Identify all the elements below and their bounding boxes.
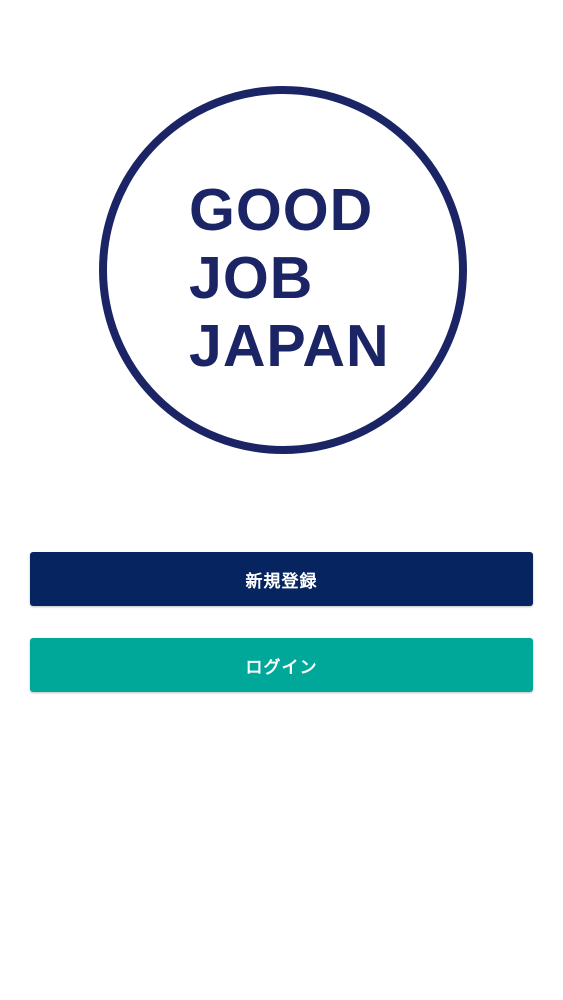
logo-wordmark: GOOD JOB JAPAN	[189, 176, 390, 380]
welcome-screen: GOOD JOB JAPAN 新規登録 ログイン	[0, 0, 563, 1000]
logo-line-job: JOB	[189, 245, 314, 311]
login-button[interactable]: ログイン	[30, 638, 533, 692]
good-job-japan-logo: GOOD JOB JAPAN	[99, 86, 467, 454]
logo-line-good: GOOD	[189, 177, 374, 243]
register-button[interactable]: 新規登録	[30, 552, 533, 606]
logo-line-japan: JAPAN	[189, 313, 390, 379]
